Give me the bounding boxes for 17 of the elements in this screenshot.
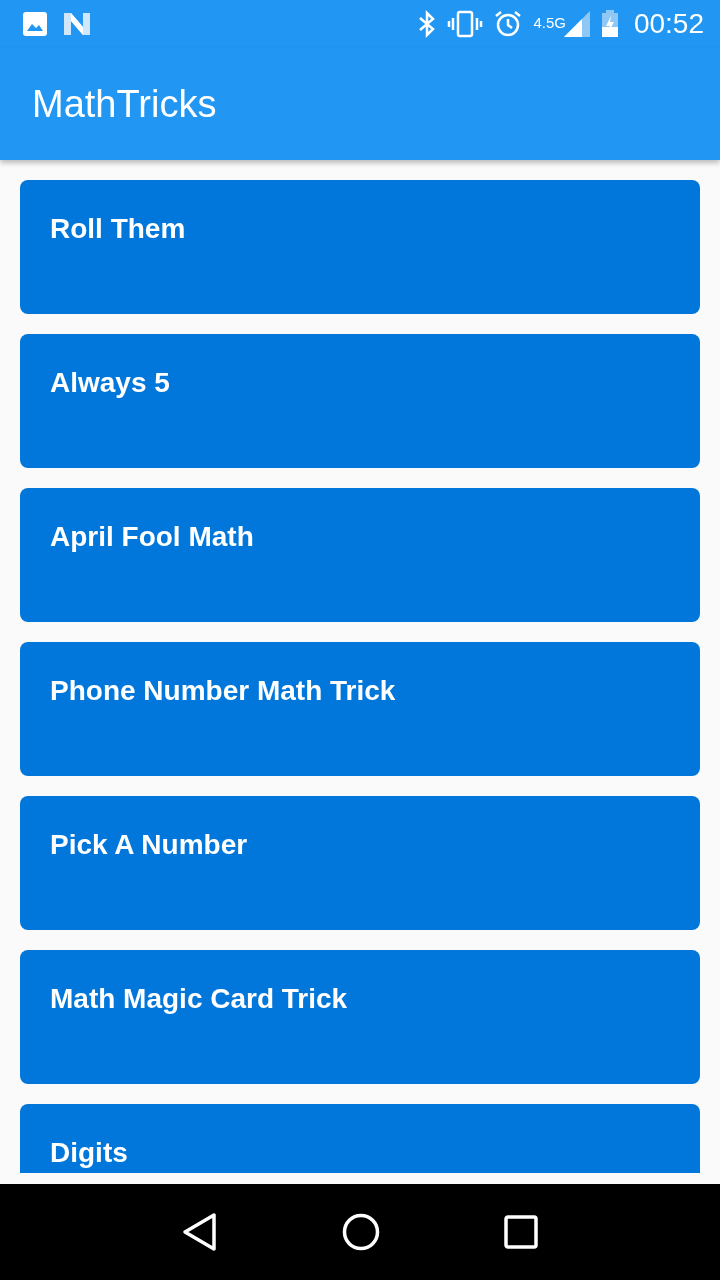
n-logo-icon	[62, 11, 92, 37]
trick-card[interactable]: Phone Number Math Trick	[20, 642, 700, 776]
vibrate-icon	[447, 10, 484, 38]
home-icon[interactable]	[342, 1213, 380, 1251]
network-type: 4.5G	[533, 14, 566, 31]
trick-card[interactable]: Pick A Number	[20, 796, 700, 930]
app-title: MathTricks	[32, 82, 217, 126]
trick-card[interactable]: Roll Them	[20, 180, 700, 314]
back-icon[interactable]	[182, 1212, 218, 1252]
image-icon	[22, 11, 48, 37]
trick-card[interactable]: Digits	[20, 1104, 700, 1173]
battery-icon	[599, 9, 620, 39]
clock: 00:52	[633, 8, 704, 40]
trick-card[interactable]: Math Magic Card Trick	[20, 950, 700, 1084]
trick-card[interactable]: Always 5	[20, 334, 700, 468]
trick-card[interactable]: April Fool Math	[20, 488, 700, 622]
recents-icon[interactable]	[504, 1215, 538, 1249]
